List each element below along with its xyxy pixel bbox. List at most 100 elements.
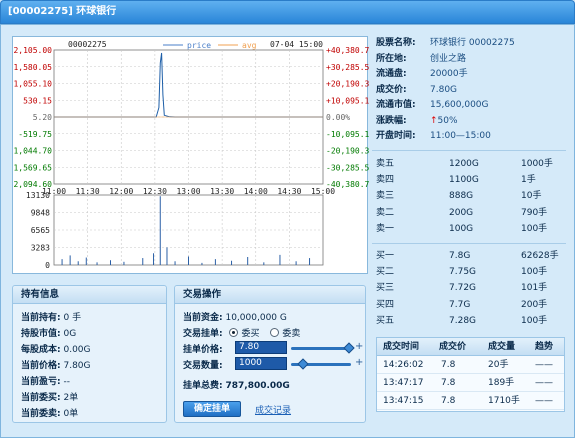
sell-order-row: 卖五 1200G 1000手 <box>376 156 566 172</box>
total-value: 787,800.00G <box>225 381 290 391</box>
info-name-row: 股票名称: 环球银行 00002275 <box>376 36 515 51</box>
plus-icon[interactable]: + <box>355 358 363 368</box>
deals-col-trend: 趋势 <box>535 342 554 352</box>
buy-orders: 买一 7.8G 62628手 买二 7.75G 100手 买三 7.72G 101手 买四 7… <box>376 248 566 329</box>
info-name-label: 股票名称: <box>376 38 416 48</box>
info-change-row: 涨跌幅: ↑50% <box>376 114 458 129</box>
info-cap-row: 流通市值: 15,600,000G <box>376 98 489 113</box>
holding-row: 当前委卖: 0单 <box>21 406 78 419</box>
holding-label: 持股市值: <box>21 329 61 339</box>
info-hours-label: 开盘时间: <box>376 131 416 141</box>
volume-tick-label: 9848 <box>31 209 50 218</box>
deal-price: 7.8 <box>441 378 456 388</box>
legend-avg-label: avg <box>242 41 257 50</box>
sell-radio[interactable]: 委卖 <box>270 326 300 339</box>
info-cap-value: 15,600,000G <box>430 100 489 110</box>
order-qty: 790手 <box>521 207 548 218</box>
info-float-value: 20000手 <box>430 69 468 79</box>
order-name: 买三 <box>376 283 395 294</box>
sell-order-row: 卖三 888G 10手 <box>376 188 566 204</box>
radio-checked-icon <box>229 328 239 337</box>
trade-record-link[interactable]: 成交记录 <box>255 403 291 416</box>
left-tick-label: -1,044.70 <box>13 147 52 156</box>
divider <box>372 150 566 151</box>
order-qty: 101手 <box>521 283 548 294</box>
trade-panel: 交易操作 当前资金: 10,000,000 G 交易挂单: 委买 委卖 挂单价格… <box>174 285 366 423</box>
time-tick-label: 11:30 <box>76 187 100 196</box>
order-price: 888G <box>449 191 474 202</box>
holding-value: 0 手 <box>63 313 82 323</box>
deal-price: 7.8 <box>441 360 456 370</box>
holding-row: 当前盈亏: -- <box>21 374 70 387</box>
qty-input[interactable]: 1000 <box>235 357 287 370</box>
deal-time: 13:47:15 <box>383 396 424 406</box>
deals-col-time: 成交时间 <box>383 342 420 352</box>
order-name: 卖一 <box>376 223 395 234</box>
price-row: 挂单价格: <box>183 342 223 355</box>
order-name: 买五 <box>376 315 395 326</box>
price-label: 挂单价格: <box>183 345 223 355</box>
order-name: 买四 <box>376 299 395 310</box>
funds-value: 10,000,000 G <box>225 313 287 323</box>
right-tick-label: +10,095.1 <box>326 96 369 105</box>
info-location-value: 创业之路 <box>430 53 467 64</box>
total-label: 挂单总费: <box>183 381 223 391</box>
volume-tick-label: 6565 <box>31 226 50 235</box>
info-name-value: 环球银行 00002275 <box>430 38 515 48</box>
order-name: 卖三 <box>376 191 395 202</box>
price-volume-chart: 2,105.00 +40,380.7 1,580.05 +30,285.5 1,055.… <box>13 40 369 270</box>
qty-slider-knob[interactable] <box>297 358 309 370</box>
deal-price: 7.8 <box>441 396 456 406</box>
holding-label: 当前价格: <box>21 361 61 371</box>
order-price: 100G <box>449 223 474 234</box>
info-change-label: 涨跌幅: <box>376 115 407 126</box>
price-slider-knob[interactable] <box>343 342 355 354</box>
price-input[interactable]: 7.80 <box>235 341 287 354</box>
order-price: 7.8G <box>449 251 471 261</box>
plus-icon[interactable]: + <box>355 342 363 352</box>
order-name: 卖二 <box>376 207 395 218</box>
right-tick-label: -10,095.1 <box>326 130 369 139</box>
left-tick-label: 1,055.10 <box>13 80 52 89</box>
info-price-label: 成交价: <box>376 84 407 95</box>
info-location-label: 所在地: <box>376 53 407 64</box>
order-price: 7.7G <box>449 299 471 310</box>
order-qty: 1手 <box>521 175 536 186</box>
order-qty: 200手 <box>521 299 548 310</box>
window-title: [00002275] 环球银行 <box>8 6 117 17</box>
holdings-title: 持有信息 <box>13 286 166 304</box>
holding-row: 当前持有: 0 手 <box>21 310 81 323</box>
deal-time: 13:47:17 <box>383 378 424 388</box>
sell-order-row: 卖一 100G 100手 <box>376 221 566 237</box>
deals-table: 成交时间 成交价 成交量 趋势 14:26:02 7.8 20手 —— 13:4… <box>376 337 565 412</box>
confirm-order-button[interactable]: 确定挂单 <box>183 401 241 417</box>
radio-unchecked-icon <box>270 328 280 337</box>
deal-trend: —— <box>535 360 553 370</box>
order-qty: 10手 <box>521 191 542 202</box>
order-qty: 100手 <box>521 315 548 326</box>
up-arrow-icon: ↑ <box>430 115 438 126</box>
buy-radio-label: 委买 <box>241 329 260 339</box>
right-tick-label: +30,285.5 <box>326 63 369 72</box>
left-tick-label: 530.15 <box>23 96 52 105</box>
order-qty: 100手 <box>521 267 548 278</box>
deal-qty: 1710手 <box>488 396 520 406</box>
total-row: 挂单总费: 787,800.00G <box>183 378 290 391</box>
order-price: 7.75G <box>449 267 477 278</box>
buy-order-row: 买一 7.8G 62628手 <box>376 248 566 264</box>
sell-orders: 卖五 1200G 1000手 卖四 1100G 1手 卖三 888G 10手 卖二 200G 7… <box>376 156 566 237</box>
buy-radio[interactable]: 委买 <box>229 326 260 339</box>
info-hours-value: 11:00—15:00 <box>430 131 491 141</box>
order-name: 卖四 <box>376 175 395 186</box>
buy-order-row: 买四 7.7G 200手 <box>376 297 566 313</box>
buy-order-row: 买五 7.28G 100手 <box>376 313 566 329</box>
chart-timestamp: 07-04 15:00 <box>270 40 323 49</box>
info-location-row: 所在地: 创业之路 <box>376 52 466 67</box>
info-price-value: 7.80G <box>430 84 458 95</box>
table-row: 14:26:02 7.8 20手 —— <box>377 356 564 374</box>
info-hours-row: 开盘时间: 11:00—15:00 <box>376 129 491 144</box>
table-row: 13:47:15 7.8 1710手 —— <box>377 392 564 410</box>
holding-row: 当前委买: 2单 <box>21 390 78 403</box>
time-tick-label: 13:00 <box>176 187 200 196</box>
sell-order-row: 卖二 200G 790手 <box>376 205 566 221</box>
